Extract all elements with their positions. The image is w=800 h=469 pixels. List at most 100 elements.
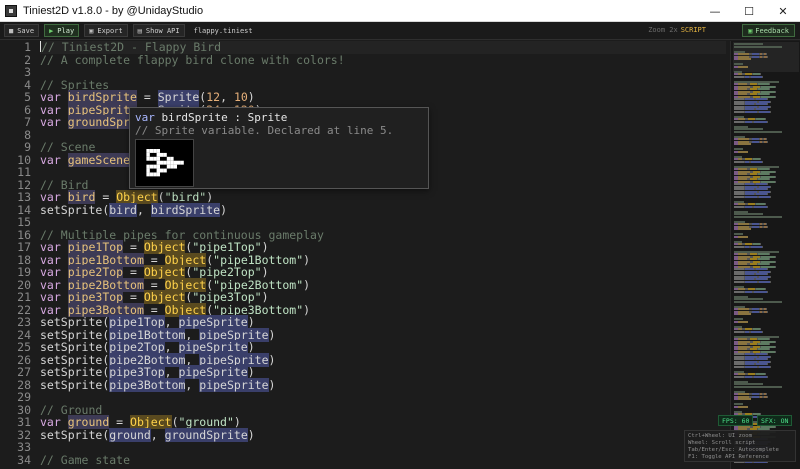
sprite-pixel — [156, 164, 160, 169]
toolbar: ■ Save ▶ Play ▣ Export ▤ Show API flappy… — [0, 22, 800, 40]
minimap-line — [775, 95, 776, 98]
code-line[interactable] — [40, 441, 726, 454]
code-token: groundSprite — [164, 427, 248, 442]
sfx-toggle[interactable]: SFX: ON — [757, 415, 793, 426]
minimap-line — [775, 175, 776, 178]
line-number: 13 — [17, 190, 31, 204]
minimize-button[interactable]: — — [698, 0, 732, 22]
minimap-line — [751, 160, 762, 163]
feedback-button[interactable]: ▣ Feedback — [742, 24, 795, 37]
save-button[interactable]: ■ Save — [4, 24, 40, 37]
minimap-line — [762, 245, 763, 248]
tooltip-signature-text: birdSprite : Sprite — [154, 111, 288, 124]
minimap-line — [738, 405, 748, 408]
minimap-line — [770, 365, 771, 368]
minimap-line — [767, 120, 768, 123]
minimap-line — [770, 360, 771, 363]
sprite-preview — [135, 139, 194, 187]
sprite-pixel — [156, 149, 160, 153]
minimap-line — [754, 120, 767, 123]
minimap-line — [770, 355, 771, 358]
play-icon: ▶ — [49, 26, 54, 35]
code-token: pipe1Top — [109, 315, 165, 329]
line-number: 5 — [24, 90, 31, 104]
code-token: , — [150, 427, 165, 442]
sprite-pixel — [180, 160, 184, 165]
code-editor[interactable]: 1 2 3 4 5 6 7 8 9 10 11 12 13 14 15 16 17 18 19 20 21 22 23 24 2… — [0, 41, 726, 469]
show-api-button[interactable]: ▤ Show API — [132, 24, 185, 37]
code-token: Sprite — [157, 90, 200, 104]
code-line[interactable]: // Game state — [40, 453, 726, 467]
sprite-pixel — [170, 156, 174, 161]
mode-label: SCRIPT — [680, 26, 706, 34]
hover-tooltip: var birdSprite : Sprite // Sprite variab… — [129, 107, 429, 189]
minimap-line — [770, 105, 771, 108]
minimap-line — [745, 375, 752, 378]
minimap-line — [759, 110, 770, 113]
window-controls: — ☐ ✕ — [698, 0, 800, 22]
play-button[interactable]: ▶ Play — [44, 24, 80, 37]
minimap-line — [775, 90, 776, 93]
minimap-line — [770, 100, 771, 103]
minimap-line — [767, 140, 768, 143]
shortcuts-help: Ctrl+Wheel: UI zoom Wheel: Scroll script… — [684, 430, 796, 462]
fps-badge: FPS: 60 — [718, 415, 754, 426]
code-token: = — [123, 240, 144, 254]
code-token: pipe2Top — [67, 265, 124, 279]
sprite-pixel — [163, 168, 167, 173]
minimap-line — [738, 235, 748, 238]
code-line[interactable] — [40, 66, 726, 79]
minimap-line — [752, 225, 759, 228]
minimap-line — [734, 365, 744, 368]
line-number: 7 — [24, 115, 31, 129]
zoom-indicator: Zoom 2x SCRIPT — [648, 26, 706, 34]
minimap-line — [775, 265, 776, 268]
minimap-line — [770, 185, 771, 188]
minimap-line — [775, 255, 776, 258]
code-token: , — [136, 202, 151, 217]
minimap-line — [752, 140, 759, 143]
maximize-button[interactable]: ☐ — [732, 0, 766, 22]
minimap-line — [754, 205, 767, 208]
tooltip-keyword: var — [135, 111, 155, 124]
window-title: Tiniest2D v1.8.0 - by @UnidayStudio — [23, 4, 204, 17]
code-token: , — [164, 365, 179, 379]
code-line[interactable] — [40, 391, 726, 404]
code-line[interactable]: setSprite(pipe3Bottom, pipeSprite) — [40, 377, 726, 392]
minimap-line — [770, 190, 771, 193]
code-line[interactable]: setSprite(ground, groundSprite) — [40, 427, 726, 442]
code-token: ) — [247, 365, 255, 379]
sprite-pixel — [146, 156, 150, 161]
code-area[interactable]: // Tiniest2D - Flappy Bird// A complete … — [40, 41, 726, 469]
minimap-line — [738, 320, 748, 323]
code-token: , — [164, 315, 179, 329]
minimap-line — [734, 215, 782, 218]
code-line[interactable]: var ground = Object("ground") — [40, 415, 726, 429]
code-token: , — [185, 377, 200, 392]
close-button[interactable]: ✕ — [766, 0, 800, 22]
minimap-line — [770, 110, 771, 113]
minimap[interactable] — [730, 41, 800, 469]
code-line[interactable]: setSprite(pipe2Top, pipeSprite) — [40, 340, 726, 354]
sprite-pixel — [173, 164, 177, 169]
code-token: ) — [247, 315, 255, 329]
code-token: ) — [268, 327, 276, 342]
minimap-line — [738, 313, 751, 315]
minimap-line — [734, 45, 782, 48]
minimap-line — [775, 180, 776, 183]
save-icon: ■ — [9, 26, 14, 35]
sprite-pixel — [146, 168, 150, 173]
sprite-pixel — [160, 152, 164, 157]
code-token: = — [123, 290, 144, 304]
code-token: ) — [268, 352, 276, 367]
code-line[interactable]: setSprite(pipe1Top, pipeSprite) — [40, 315, 726, 329]
export-button[interactable]: ▣ Export — [84, 24, 128, 37]
minimap-line — [767, 395, 768, 398]
code-line[interactable]: setSprite(bird, birdSprite) — [40, 202, 726, 217]
code-line[interactable]: // A complete flappy bird clone with col… — [40, 53, 726, 67]
minimap-line — [767, 310, 768, 313]
sprite-pixel — [149, 172, 154, 177]
minimap-line — [745, 365, 757, 368]
code-line[interactable]: setSprite(pipe3Top, pipeSprite) — [40, 365, 726, 379]
minimap-line — [734, 75, 744, 78]
